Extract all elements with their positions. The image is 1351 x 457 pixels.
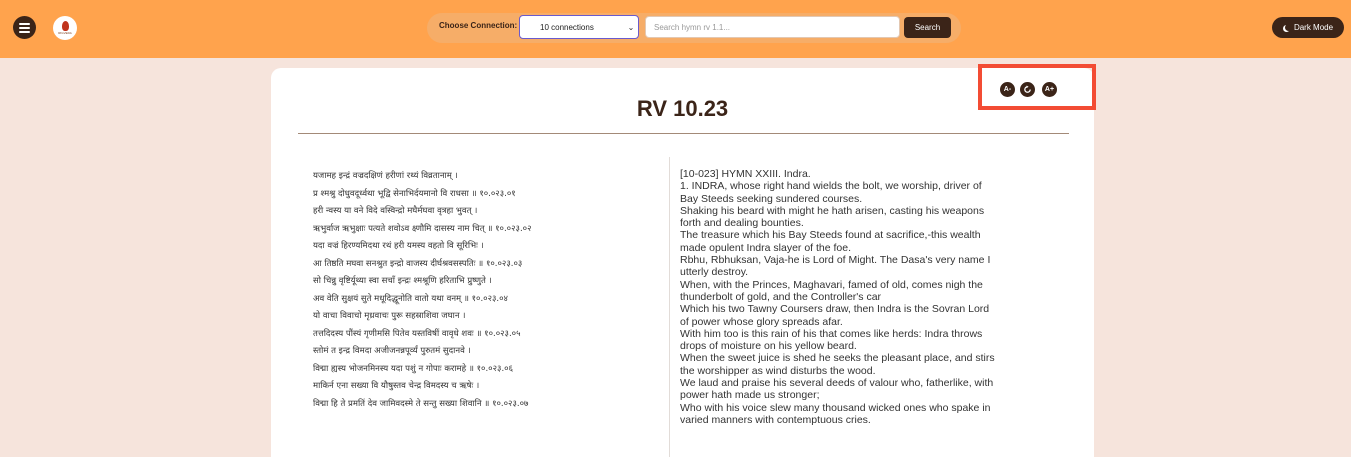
sanskrit-verse-line: ऋभुर्वाज ऋभुक्षाः पत्यते शवोऽव क्ष्णौमि … <box>313 223 532 234</box>
hamburger-menu-icon[interactable] <box>13 16 36 39</box>
english-translation-line: power hath made us stronger; <box>680 389 820 402</box>
sanskrit-verse-line: स्तोमं त इन्द्र विमदा अजीजनन्नपूर्व्यं प… <box>313 346 471 356</box>
english-translation-line: When, with the Princes, Maghavari, famed… <box>680 278 983 291</box>
sanskrit-text: यजामह इन्द्रं वज्रदक्षिणं हरीणां रथ्यं व… <box>313 168 663 413</box>
english-translation: [10-023] HYMN XXIII. Indra. 1. INDRA, who… <box>680 168 1060 457</box>
connection-label: Choose Connection: <box>439 21 518 30</box>
connection-select-value: 10 connections <box>540 22 594 32</box>
english-translation-line: The treasure which his Bay Steeds found … <box>680 229 981 242</box>
app-logo[interactable]: RIGVEDA <box>53 16 77 40</box>
english-translation-line: We laud and praise his several deeds of … <box>680 377 994 390</box>
english-translation-line: 1. INDRA, whose right hand wields the bo… <box>680 180 982 193</box>
chevron-down-icon: ⌄ <box>627 22 635 32</box>
column-divider <box>669 157 670 457</box>
font-decrease-button[interactable]: A- <box>1000 82 1015 97</box>
english-translation-line: Bay Steeds seeking sundered courses. <box>680 192 863 205</box>
sanskrit-verse-line: प्र श्मश्रु दोधुवदूर्ध्वथा भूद्वि सेनाभि… <box>313 188 516 199</box>
english-translation-line: forth and dealing bounties. <box>680 217 804 230</box>
english-translation-line: the worshipper as wind disturbs the wood… <box>680 364 876 377</box>
sanskrit-verse-line: यदा वज्रं हिरण्यमिदथा रथं हरी यमस्य वहतो… <box>313 241 484 251</box>
english-translation-line: Shaking his beard with might he hath ari… <box>680 204 985 217</box>
logo-text: RIGVEDA <box>58 31 72 35</box>
english-translation-line: Which his two Tawny Coursers draw, then … <box>680 303 990 316</box>
search-button[interactable]: Search <box>904 17 951 38</box>
font-reset-button[interactable] <box>1020 82 1035 97</box>
english-translation-line: made opulent Indra slayer of the foe. <box>680 241 852 254</box>
title-divider <box>298 133 1069 134</box>
english-translation-line: When the sweet juice is shed he seeks th… <box>680 352 995 365</box>
reset-icon <box>1024 85 1031 93</box>
english-translation-line: With him too is this rain of his that co… <box>680 327 983 340</box>
sanskrit-verse-line: माकिर्न एना सख्या वि यौषुस्तव चेन्द्र वि… <box>313 381 480 391</box>
english-translation-line: drops of moisture on his yellow beard. <box>680 340 857 353</box>
font-increase-button[interactable]: A+ <box>1042 82 1057 97</box>
sanskrit-verse-line: सो चिन्नु वृष्टिर्यूथ्या स्वा सचाँ इन्द्… <box>313 276 492 286</box>
sanskrit-verse-line: अव वेति सुक्षयं सुते मधूदिद्धूनोति वातो … <box>313 293 508 304</box>
sanskrit-verse-line: हरी न्वस्य या वने विदे वस्विन्द्रो मघैर्… <box>313 206 478 216</box>
moon-icon <box>1285 24 1292 31</box>
sanskrit-verse-line: तत्तदिदस्य पौंस्यं गृणीमसि पितेव यस्तविष… <box>313 328 521 339</box>
sanskrit-verse-line: विद्मा ह्यस्य भोजनमिनस्य यदा पशुं न गोपा… <box>313 363 513 374</box>
logo-mark-icon <box>61 21 69 31</box>
english-translation-line: Rbhu, Rbhuksan, Vaja-he is Lord of Might… <box>680 254 991 267</box>
connection-select[interactable]: 10 connections ⌄ <box>519 15 639 39</box>
english-translation-line: Who with his voice slew many thousand wi… <box>680 401 991 414</box>
sanskrit-verse-line: यो वाचा विवाचो मृध्रवाचः पुरू सहस्राशिवा… <box>313 311 466 321</box>
english-translation-line: varied manners with contemptuous cries. <box>680 413 871 426</box>
english-translation-line: of power whose glory spreads afar. <box>680 315 843 328</box>
dark-mode-toggle[interactable]: Dark Mode <box>1272 17 1344 38</box>
dark-mode-label: Dark Mode <box>1293 23 1334 32</box>
sanskrit-verse-line: यजामह इन्द्रं वज्रदक्षिणं हरीणां रथ्यं व… <box>313 171 458 181</box>
menu-bar-line <box>19 30 30 33</box>
sanskrit-verse-line: विद्मा हि ते प्रमतिं देव जामिवदस्मे ते स… <box>313 398 529 409</box>
english-translation-line: thunderbolt of gold, and the Controller'… <box>680 290 882 303</box>
hymn-search-input[interactable] <box>645 16 900 38</box>
english-translation-line: utterly destroy. <box>680 266 749 279</box>
sanskrit-verse-line: आ तिष्ठति मघवा सनश्रुत इन्द्रो वाजस्य दी… <box>313 258 523 269</box>
menu-bar-line <box>19 22 30 25</box>
menu-bar-line <box>19 26 30 29</box>
english-translation-line: [10-023] HYMN XXIII. Indra. <box>680 168 811 180</box>
font-controls-highlight <box>978 64 1096 110</box>
hymn-title: RV 10.23 <box>636 96 729 121</box>
